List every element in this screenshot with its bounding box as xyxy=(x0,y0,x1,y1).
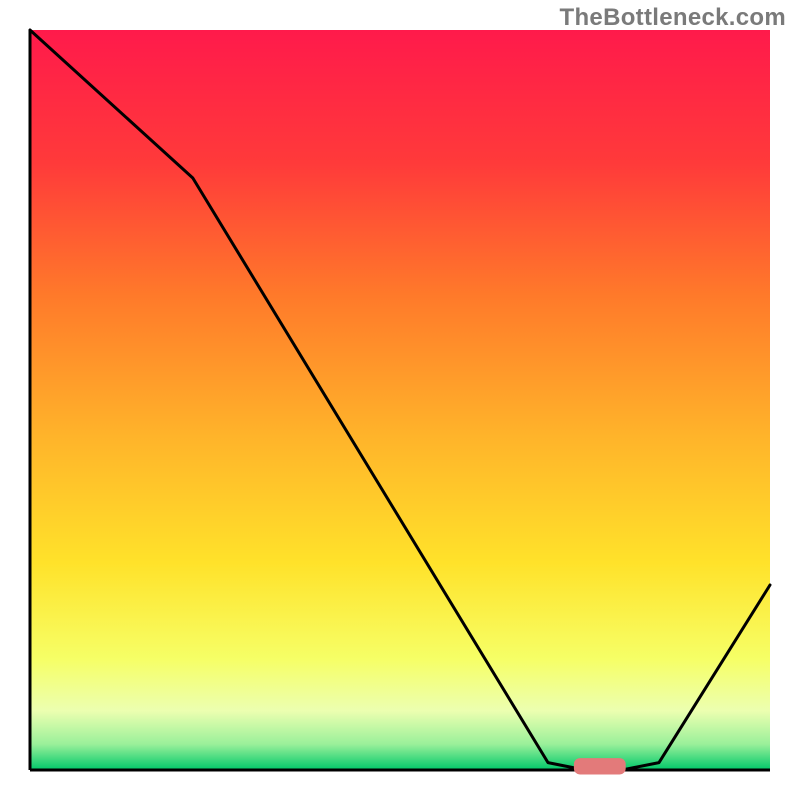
optimal-marker xyxy=(574,758,626,774)
bottleneck-chart xyxy=(0,0,800,800)
chart-container: TheBottleneck.com xyxy=(0,0,800,800)
watermark-text: TheBottleneck.com xyxy=(560,4,786,32)
plot-background xyxy=(30,30,770,770)
